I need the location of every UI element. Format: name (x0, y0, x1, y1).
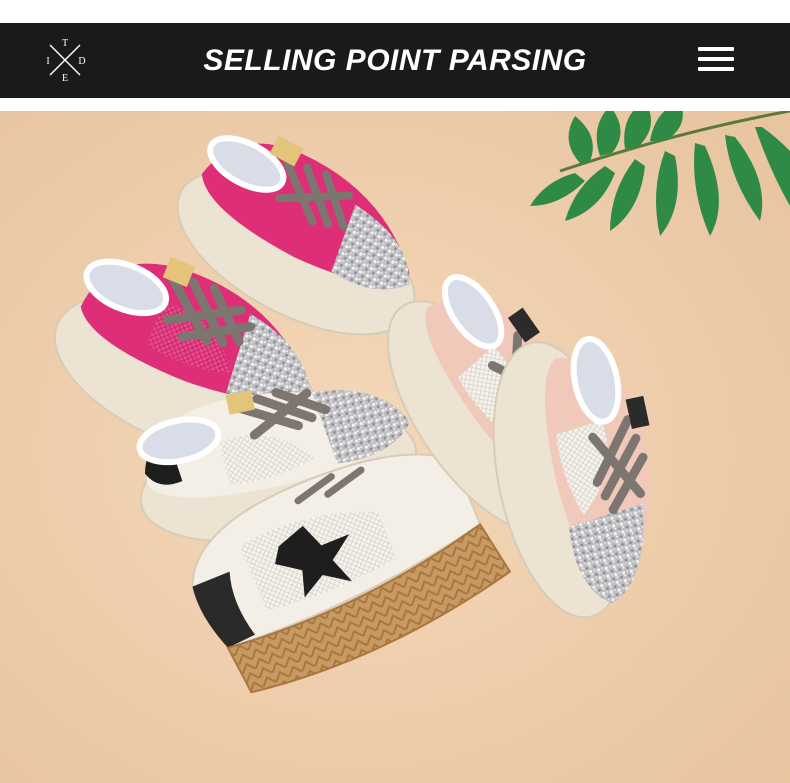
brand-logo[interactable]: T I D E (40, 35, 90, 85)
logo-letter-bottom: E (62, 73, 68, 84)
sneakers-illustration (0, 111, 790, 783)
logo-letter-top: T (62, 38, 68, 49)
logo-letter-right: D (78, 56, 85, 67)
product-photo (0, 111, 790, 783)
logo-letter-left: I (46, 56, 49, 67)
header-banner: T I D E SELLING POINT PARSING (0, 23, 790, 98)
page-title: SELLING POINT PARSING (203, 43, 587, 77)
hamburger-menu-icon[interactable] (698, 47, 734, 75)
brand-logo-icon: T I D E (46, 38, 85, 84)
